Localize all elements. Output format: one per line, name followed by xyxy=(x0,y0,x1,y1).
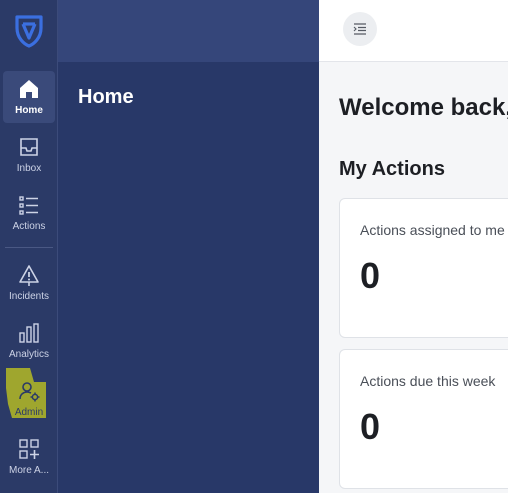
list-icon xyxy=(19,196,38,215)
rail-label-admin: Admin xyxy=(14,407,44,418)
rail-item-more-apps[interactable]: More A... xyxy=(3,431,55,483)
rail-label-more-apps: More A... xyxy=(8,465,49,476)
welcome-heading: Welcome back, xyxy=(339,94,508,121)
shield-logo-icon[interactable] xyxy=(14,14,44,48)
rail-item-analytics[interactable]: Analytics xyxy=(3,315,55,367)
warning-icon xyxy=(19,265,39,286)
rail-item-inbox[interactable]: Inbox xyxy=(3,129,55,181)
icon-rail: Home Inbox Actions Incidents Analytics A… xyxy=(0,0,58,493)
my-actions-heading: My Actions xyxy=(339,158,445,180)
inbox-icon xyxy=(20,138,38,156)
user-gear-icon xyxy=(19,382,40,402)
grid-plus-icon xyxy=(19,439,39,459)
card-label: Actions assigned to me xyxy=(360,222,505,238)
main-content: Welcome back, My Actions Actions assigne… xyxy=(319,0,508,493)
top-bar xyxy=(319,0,508,62)
card-label: Actions due this week xyxy=(360,373,496,389)
rail-label-home: Home xyxy=(15,105,43,116)
rail-item-home[interactable]: Home xyxy=(3,71,55,123)
actions-assigned-card[interactable]: Actions assigned to me 0 xyxy=(339,198,508,338)
sidebar-toggle-button[interactable] xyxy=(343,12,377,46)
indent-menu-icon xyxy=(353,23,366,35)
card-value: 0 xyxy=(360,406,381,447)
rail-item-admin[interactable]: Admin xyxy=(3,373,55,425)
bar-chart-icon xyxy=(19,323,39,343)
rail-divider xyxy=(5,247,53,248)
rail-item-incidents[interactable]: Incidents xyxy=(3,257,55,309)
rail-label-actions: Actions xyxy=(12,221,46,232)
home-icon xyxy=(20,80,38,98)
rail-label-inbox: Inbox xyxy=(16,163,42,174)
card-value: 0 xyxy=(360,255,381,296)
rail-label-incidents: Incidents xyxy=(8,291,50,302)
sidebar-header xyxy=(58,0,319,62)
actions-due-card[interactable]: Actions due this week 0 xyxy=(339,349,508,489)
secondary-sidebar: Home xyxy=(58,0,319,493)
rail-label-analytics: Analytics xyxy=(8,349,49,360)
sidebar-title: Home xyxy=(78,86,134,108)
rail-item-actions[interactable]: Actions xyxy=(3,187,55,239)
